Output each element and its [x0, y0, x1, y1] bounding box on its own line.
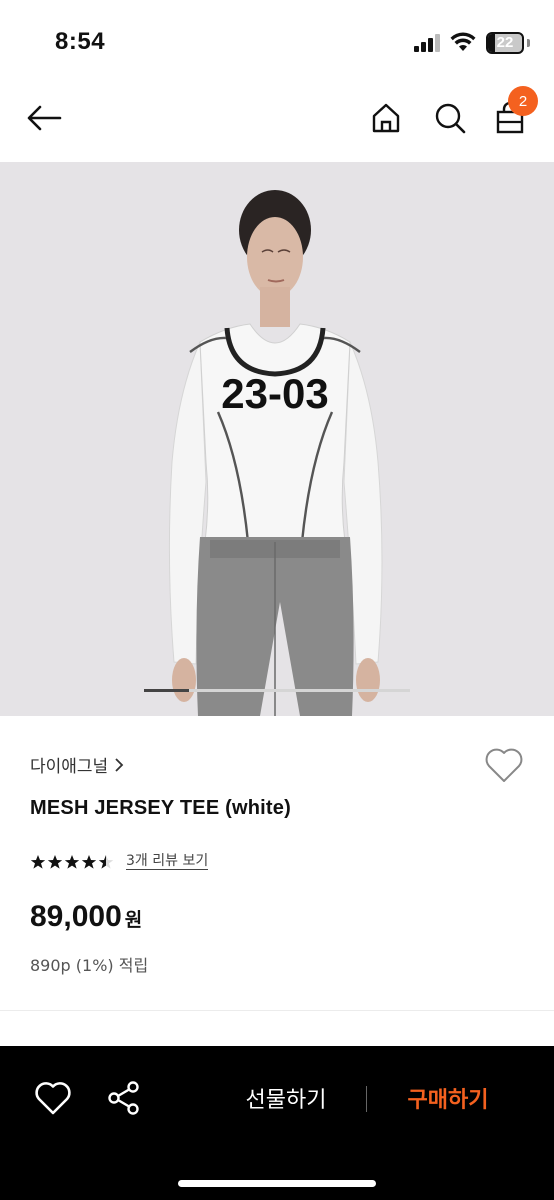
rating-row: 3개 리뷰 보기 [30, 853, 209, 870]
home-button[interactable] [366, 98, 406, 138]
buy-button[interactable]: 구매하기 [388, 1076, 508, 1120]
section-divider [0, 1010, 554, 1011]
product-title: MESH JERSEY TEE (white) [30, 797, 291, 819]
wifi-icon [450, 32, 476, 51]
cart-count-badge: 2 [508, 86, 538, 116]
bottom-action-bar: 선물하기 구매하기 [0, 1046, 554, 1200]
battery-tip [527, 39, 530, 47]
price: 89,000 [30, 900, 122, 933]
gift-button[interactable]: 선물하기 [226, 1076, 346, 1120]
share-icon [108, 1081, 139, 1115]
product-image[interactable]: 23-03 [0, 162, 554, 716]
status-time: 8:54 [55, 28, 106, 55]
home-icon [372, 103, 400, 133]
button-separator [366, 1086, 367, 1112]
star-icon [98, 854, 114, 869]
bottom-wishlist-button[interactable] [34, 1080, 72, 1116]
top-nav-bar: 2 [0, 80, 554, 162]
star-icon [30, 854, 46, 869]
star-icon [47, 854, 63, 869]
chevron-right-icon [115, 757, 124, 772]
carousel-active-segment [144, 689, 189, 692]
heart-icon [35, 1082, 71, 1115]
search-button[interactable] [430, 98, 470, 138]
reward-points: 890p (1%) 적립 [30, 956, 149, 975]
home-indicator [178, 1180, 376, 1187]
shirt-print-text: 23-03 [221, 370, 328, 417]
share-button[interactable] [106, 1080, 142, 1116]
carousel-indicator [144, 689, 410, 692]
product-photo: 23-03 [0, 162, 554, 716]
search-icon [435, 103, 466, 134]
brand-name: 다이애그널 [30, 757, 109, 777]
price-row: 89,000 원 [30, 900, 142, 934]
currency: 원 [124, 909, 143, 931]
review-link[interactable]: 3개 리뷰 보기 [126, 853, 209, 870]
battery-level: 22 [496, 34, 514, 51]
status-bar: 8:54 22 [0, 0, 554, 80]
brand-link[interactable]: 다이애그널 [30, 752, 124, 777]
wishlist-button[interactable] [484, 746, 524, 784]
star-icon [81, 854, 97, 869]
heart-icon [485, 748, 523, 782]
cellular-signal-icon [414, 34, 442, 52]
star-rating [30, 854, 114, 870]
star-icon [64, 854, 80, 869]
battery-icon: 22 [486, 32, 524, 54]
back-button[interactable] [24, 98, 64, 138]
back-arrow-icon [27, 105, 62, 131]
